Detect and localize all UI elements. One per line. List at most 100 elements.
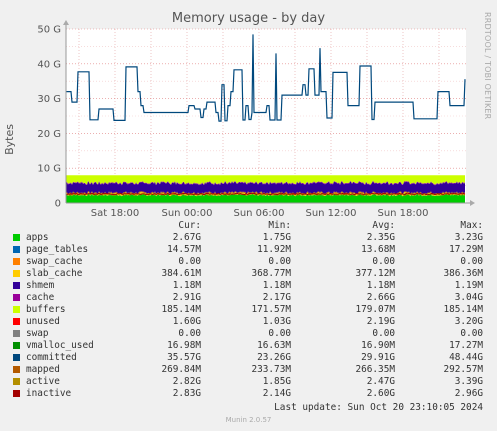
legend-cur: 2.82G (172, 376, 201, 387)
legend-swatch (13, 378, 20, 385)
last-update: Last update: Sun Oct 20 23:10:05 2024 (274, 402, 483, 413)
y-tick-label: 50 G (37, 25, 61, 36)
legend-swatch (13, 294, 20, 301)
legend-avg: 2.19G (366, 316, 395, 327)
legend-swatch (13, 318, 20, 325)
x-tick-label: Sun 00:00 (161, 208, 212, 219)
legend-cur: 0.00 (178, 256, 201, 267)
legend-avg: 0.00 (372, 256, 395, 267)
legend-swatch (13, 282, 20, 289)
y-tick-label: 40 G (37, 59, 61, 70)
legend-name: unused (26, 316, 60, 327)
legend-avg: 377.12M (355, 268, 395, 279)
legend-swatch (13, 246, 20, 253)
x-tick-label: Sun 18:00 (377, 208, 428, 219)
legend-cur: 1.18M (172, 280, 201, 291)
plot-area: 0 10 G 20 G 30 G 40 G 50 G Sat 18:00 Sun 00:00 S… (37, 20, 475, 219)
legend-avg: 2.66G (366, 292, 395, 303)
legend-avg: 2.35G (366, 232, 395, 243)
legend-name: mapped (26, 364, 60, 375)
legend-name: inactive (26, 388, 72, 399)
legend-name: buffers (26, 304, 66, 315)
legend-avg: 13.68M (361, 244, 395, 255)
legend-name: active (26, 376, 60, 387)
legend-header: Cur: Min: Avg: Max: (0, 220, 497, 232)
legend-swatch (13, 342, 20, 349)
legend-min: 1.03G (262, 316, 291, 327)
legend-cur: 0.00 (178, 328, 201, 339)
legend-avg: 2.47G (366, 376, 395, 387)
legend-name: cache (26, 292, 55, 303)
legend-min: 2.17G (262, 292, 291, 303)
legend-max: 0.00 (460, 328, 483, 339)
header-max: Max: (460, 220, 483, 231)
legend-max: 0.00 (460, 256, 483, 267)
y-tick-label: 0 (55, 199, 61, 210)
x-axis-arrow (470, 200, 475, 206)
legend-row-vmalloc-used: vmalloc_used 16.98M 16.63M 16.90M 17.27M (0, 340, 497, 352)
legend-row-mapped: mapped 269.84M 233.73M 266.35M 292.57M (0, 364, 497, 376)
legend-row-slab-cache: slab_cache 384.61M 368.77M 377.12M 386.36M (0, 268, 497, 280)
legend-max: 17.27M (449, 340, 483, 351)
legend-min: 16.63M (257, 340, 291, 351)
legend-swatch (13, 270, 20, 277)
legend-max: 1.19M (454, 280, 483, 291)
legend-name: shmem (26, 280, 55, 291)
header-min: Min: (268, 220, 291, 231)
legend-max: 48.44G (449, 352, 483, 363)
legend-cur: 14.57M (167, 244, 201, 255)
legend-row-inactive: inactive 2.83G 2.14G 2.60G 2.96G (0, 388, 497, 400)
legend-min: 171.57M (251, 304, 291, 315)
legend-swatch (13, 258, 20, 265)
legend-avg: 2.60G (366, 388, 395, 399)
legend-row-swap-cache: swap_cache 0.00 0.00 0.00 0.00 (0, 256, 497, 268)
legend-min: 233.73M (251, 364, 291, 375)
x-tick-label: Sun 12:00 (305, 208, 356, 219)
munin-version: Munin 2.0.57 (225, 416, 272, 424)
y-tick-label: 20 G (37, 129, 61, 140)
legend-row-page-tables: page_tables 14.57M 11.92M 13.68M 17.29M (0, 244, 497, 256)
legend-row-buffers: buffers 185.14M 171.57M 179.07M 185.14M (0, 304, 497, 316)
legend-max: 185.14M (443, 304, 483, 315)
legend-max: 3.20G (454, 316, 483, 327)
legend-row-active: active 2.82G 1.85G 2.47G 3.39G (0, 376, 497, 388)
legend-row-unused: unused 1.60G 1.03G 2.19G 3.20G (0, 316, 497, 328)
legend-min: 0.00 (268, 328, 291, 339)
legend-max: 3.04G (454, 292, 483, 303)
legend-avg: 266.35M (355, 364, 395, 375)
legend-cur: 2.83G (172, 388, 201, 399)
y-axis-arrow (63, 20, 69, 25)
legend-name: slab_cache (26, 268, 83, 279)
legend-avg: 16.90M (361, 340, 395, 351)
legend-row-apps: apps 2.67G 1.75G 2.35G 3.23G (0, 232, 497, 244)
legend-cur: 2.91G (172, 292, 201, 303)
legend-swatch (13, 306, 20, 313)
legend-row-swap: swap 0.00 0.00 0.00 0.00 (0, 328, 497, 340)
legend-max: 292.57M (443, 364, 483, 375)
legend-name: apps (26, 232, 49, 243)
chart-svg: 0 10 G 20 G 30 G 40 G 50 G Sat 18:00 Sun 00:00 S… (37, 20, 475, 219)
legend-min: 23.26G (257, 352, 291, 363)
legend-swatch (13, 354, 20, 361)
legend-max: 17.29M (449, 244, 483, 255)
legend-row-committed: committed 35.57G 23.26G 29.91G 48.44G (0, 352, 497, 364)
legend-avg: 0.00 (372, 328, 395, 339)
legend-avg: 1.18M (366, 280, 395, 291)
legend-cur: 16.98M (167, 340, 201, 351)
legend-name: committed (26, 352, 77, 363)
legend-swatch (13, 330, 20, 337)
legend-avg: 29.91G (361, 352, 395, 363)
legend-swatch (13, 390, 20, 397)
legend-name: vmalloc_used (26, 340, 94, 351)
legend-min: 0.00 (268, 256, 291, 267)
legend-name: page_tables (26, 244, 89, 255)
legend-cur: 1.60G (172, 316, 201, 327)
legend-min: 1.75G (262, 232, 291, 243)
x-tick-label: Sun 06:00 (233, 208, 284, 219)
legend-min: 2.14G (262, 388, 291, 399)
legend-swatch (13, 366, 20, 373)
legend-min: 11.92M (257, 244, 291, 255)
legend-max: 386.36M (443, 268, 483, 279)
legend-min: 1.85G (262, 376, 291, 387)
legend-max: 3.23G (454, 232, 483, 243)
